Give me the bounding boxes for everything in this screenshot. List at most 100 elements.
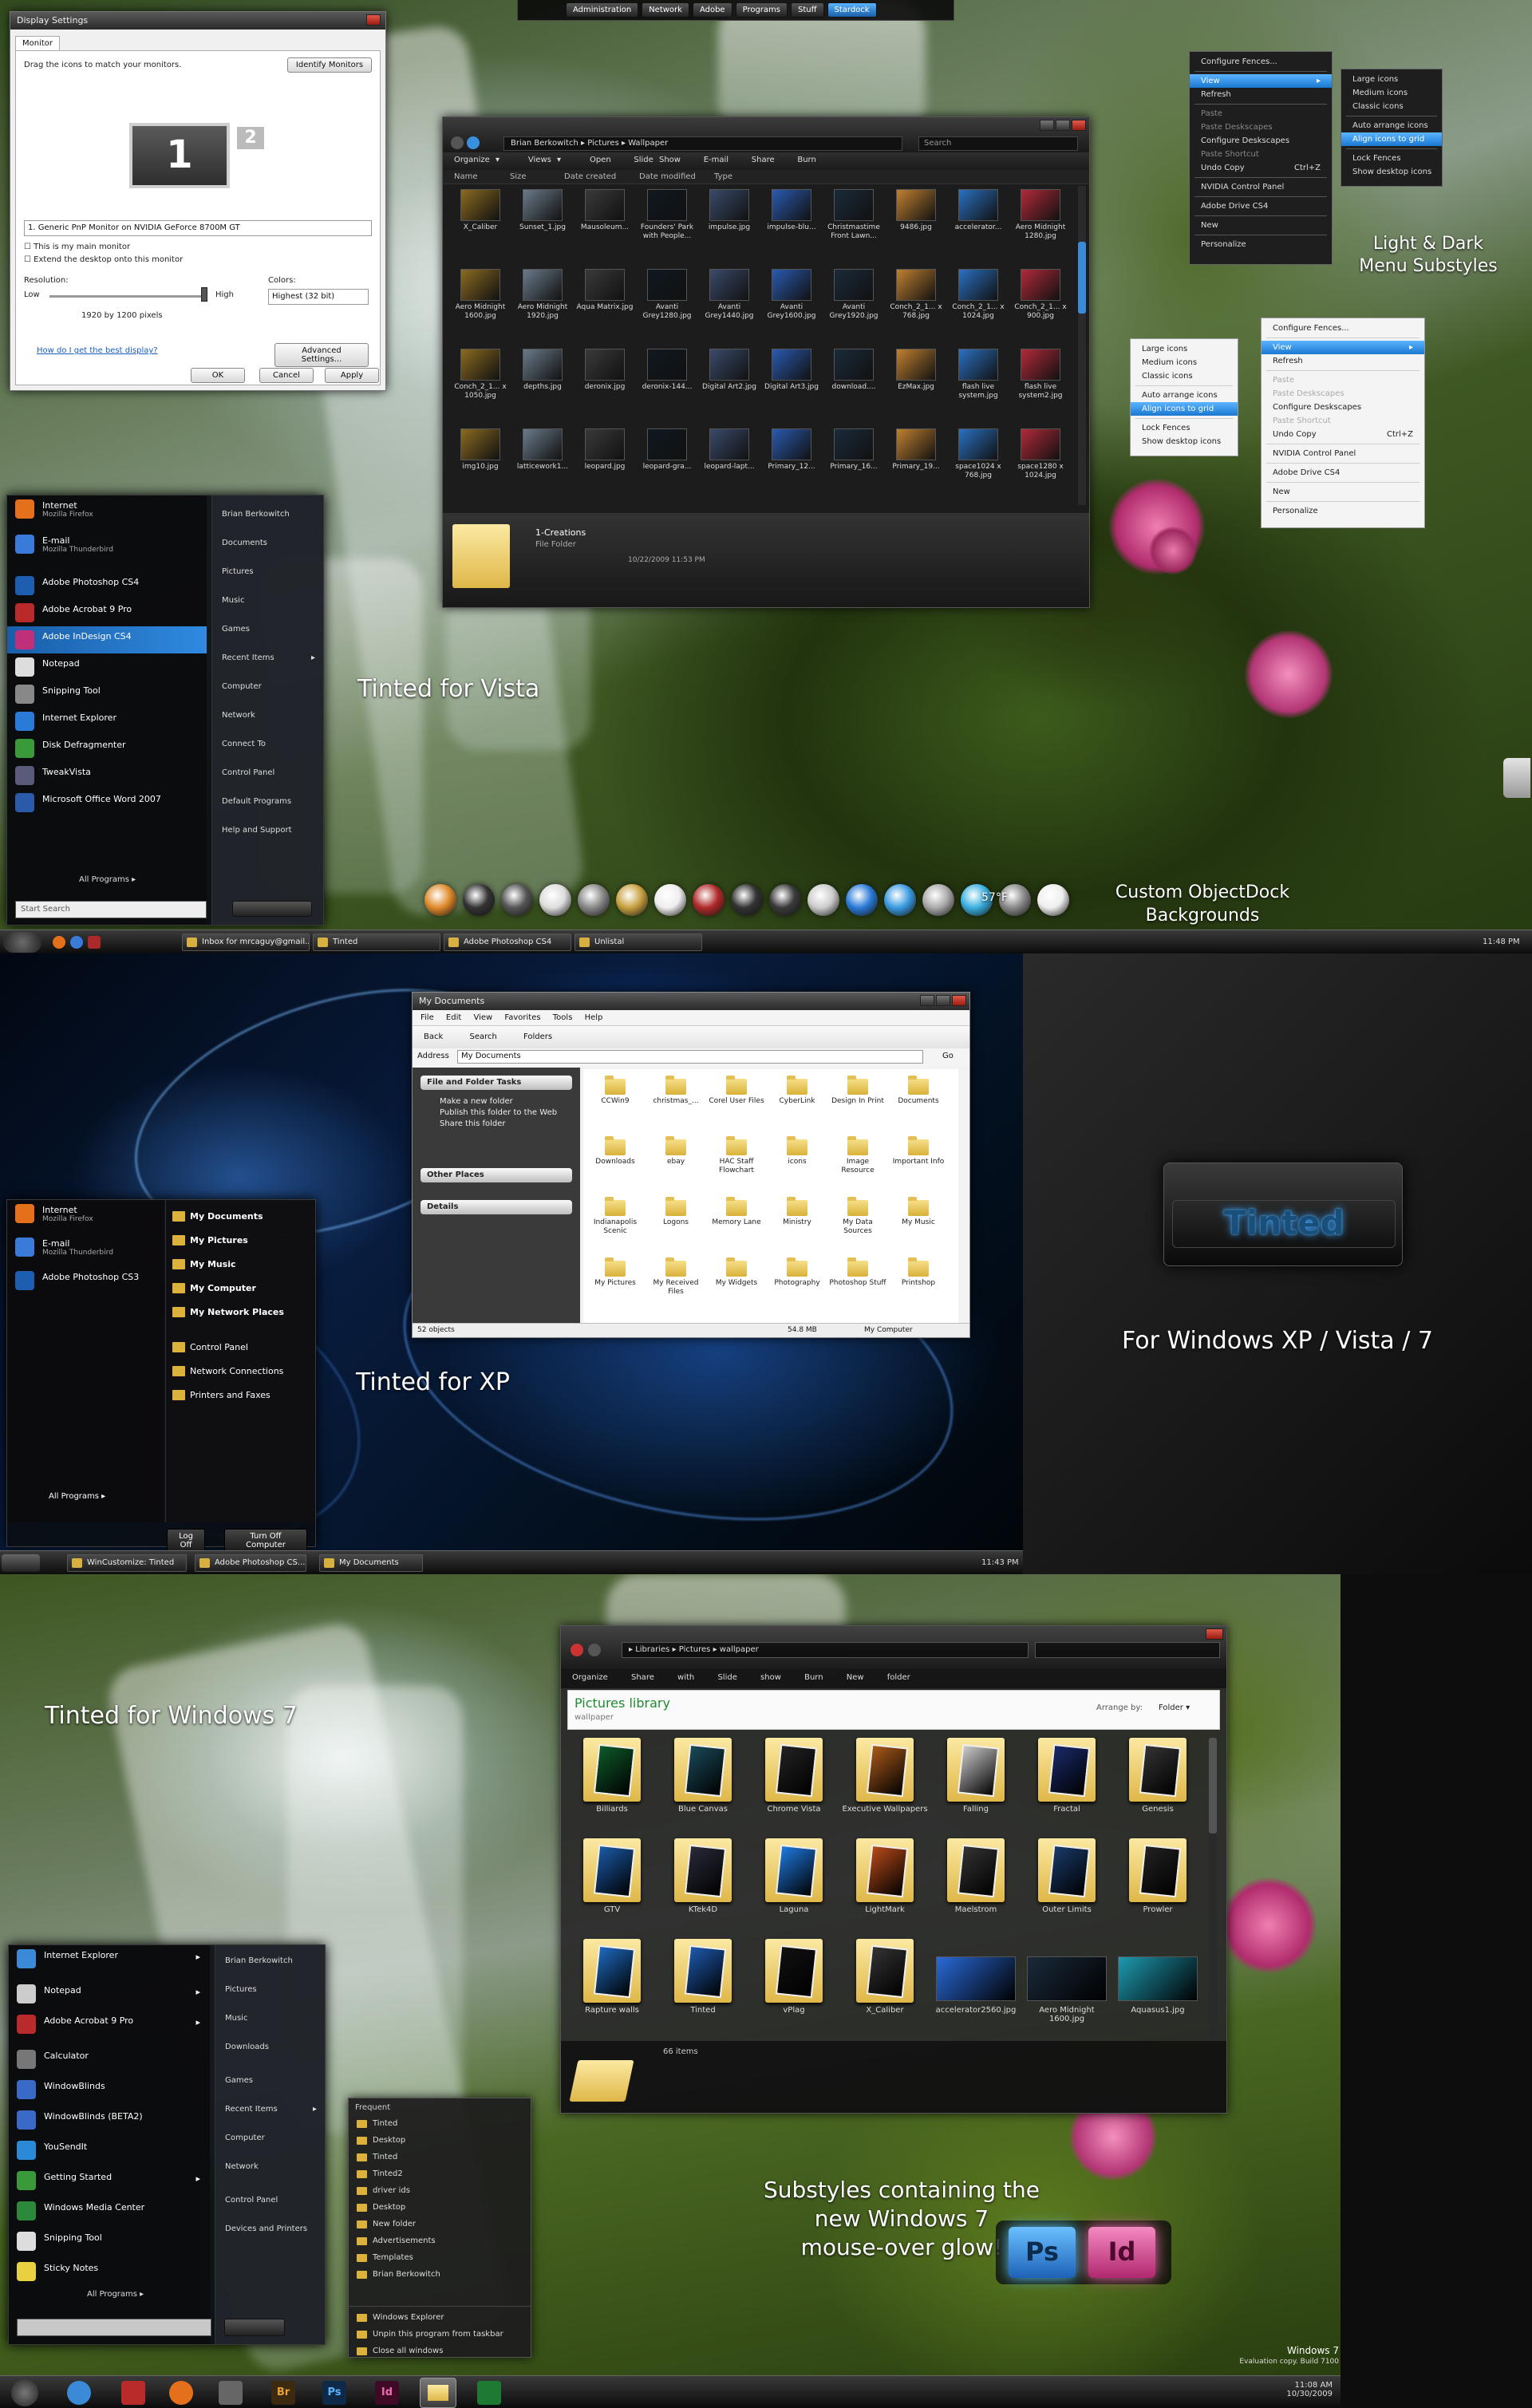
dock-icon[interactable]	[539, 884, 571, 916]
library-item[interactable]: Tinted	[658, 1939, 748, 2015]
menu-paste-deskscapes[interactable]: Paste Deskscapes	[1262, 387, 1424, 401]
place-item[interactable]: Pictures	[215, 1977, 325, 2006]
menu-view[interactable]: View	[473, 1013, 492, 1022]
folder-item[interactable]: Design In Print	[829, 1076, 886, 1106]
file-item[interactable]: impulse.jpg	[698, 189, 760, 232]
place-item[interactable]: Brian Berkowitch	[212, 502, 323, 531]
menu-configure-deskscapes[interactable]: Configure Deskscapes	[1262, 401, 1424, 414]
jumplist-item[interactable]: Tinted	[349, 2116, 531, 2133]
folder-item[interactable]: CCWin9	[586, 1076, 644, 1106]
file-folder-tasks-header[interactable]: File and Folder Tasks	[421, 1076, 572, 1090]
file-item[interactable]: Avanti Grey1600.jpg	[760, 269, 823, 321]
go-button[interactable]: Go	[942, 1052, 954, 1060]
folder-item[interactable]: Memory Lane	[708, 1197, 765, 1227]
forward-icon[interactable]	[588, 1644, 601, 1656]
sidebar-tab[interactable]	[1503, 758, 1530, 798]
jumplist-action[interactable]: Close all windows	[349, 2343, 531, 2360]
place-item[interactable]: Help and Support	[212, 818, 323, 847]
taskbar-button[interactable]: My Documents	[319, 1554, 423, 1572]
menu-nvidia[interactable]: NVIDIA Control Panel	[1190, 180, 1332, 194]
dock-icon[interactable]	[693, 884, 725, 916]
menu-personalize[interactable]: Personalize	[1262, 504, 1424, 518]
place-item[interactable]: Pictures	[212, 559, 323, 588]
maximize-button[interactable]	[1056, 120, 1070, 131]
dock-icon[interactable]	[424, 884, 456, 916]
taskbar-button[interactable]: Inbox for mrcaguy@gmail...	[182, 934, 310, 951]
burn-button[interactable]: Burn	[804, 1673, 823, 1682]
colors-select[interactable]: Highest (32 bit)	[268, 289, 369, 305]
file-item[interactable]: Conch_2_1... x 768.jpg	[885, 269, 947, 321]
crumb[interactable]: Libraries	[635, 1645, 669, 1654]
jumplist-action[interactable]: Windows Explorer	[349, 2310, 531, 2327]
photoshop-icon[interactable]: Ps	[322, 2381, 346, 2405]
firefox-icon[interactable]	[169, 2381, 193, 2405]
submenu-align-grid[interactable]: Align icons to grid	[1131, 402, 1238, 416]
file-item[interactable]: latticework1...	[511, 428, 574, 472]
program-item[interactable]: Adobe Acrobat 9 Pro ▸	[9, 2011, 210, 2041]
acrobat-icon[interactable]	[88, 936, 101, 949]
program-item[interactable]: Snipping Tool	[9, 2228, 210, 2258]
library-item[interactable]: Laguna	[749, 1838, 839, 1914]
file-item[interactable]: accelerator...	[947, 189, 1009, 232]
program-item[interactable]: Windows Media Center	[9, 2197, 210, 2228]
submenu-large-icons[interactable]: Large icons	[1131, 342, 1238, 356]
program-item[interactable]: WindowBlinds	[9, 2076, 210, 2106]
place-item[interactable]: Music	[215, 2006, 325, 2035]
file-item[interactable]: space1280 x 1024.jpg	[1009, 428, 1072, 480]
place-item[interactable]: Printers and Faxes	[166, 1385, 315, 1409]
minimize-button[interactable]	[920, 995, 934, 1006]
apply-button[interactable]: Apply	[325, 368, 379, 383]
crumb[interactable]: Wallpaper	[628, 139, 668, 148]
crumb[interactable]: Brian Berkowitch	[511, 139, 578, 148]
identify-monitors-button[interactable]: Identify Monitors	[287, 57, 372, 73]
dock-icon[interactable]	[1037, 884, 1069, 916]
back-icon[interactable]	[571, 1644, 583, 1656]
file-item[interactable]: Avanti Grey1440.jpg	[698, 269, 760, 321]
dock-icon[interactable]	[807, 884, 839, 916]
folder-item[interactable]: My Data Sources	[829, 1197, 886, 1236]
library-item[interactable]: GTV	[567, 1838, 657, 1914]
ok-button[interactable]: OK	[191, 368, 245, 383]
taskbar-button[interactable]: Adobe Photoshop CS4	[444, 934, 571, 951]
program-item[interactable]: Snipping Tool	[7, 681, 207, 708]
file-item[interactable]: Aero Midnight 1600.jpg	[449, 269, 511, 321]
dock-icon[interactable]	[846, 884, 878, 916]
place-item[interactable]: Brian Berkowitch	[215, 1948, 325, 1977]
file-item[interactable]: 9486.jpg	[885, 189, 947, 232]
folder-item[interactable]: HAC Staff Flowchart	[708, 1136, 765, 1175]
dock-icon[interactable]	[501, 884, 533, 916]
folder-item[interactable]: Indianapolis Scenic	[586, 1197, 644, 1236]
menu-help[interactable]: Help	[585, 1013, 603, 1022]
file-item[interactable]: Aero Midnight 1920.jpg	[511, 269, 574, 321]
share-with-button[interactable]: Share with	[631, 1673, 694, 1682]
place-item[interactable]: My Pictures	[166, 1230, 315, 1254]
folder-item[interactable]: Ministry	[768, 1197, 826, 1227]
scrollbar[interactable]	[1209, 1738, 1217, 2041]
jumplist-item[interactable]: driver ids	[349, 2183, 531, 2200]
file-item[interactable]: deronix-144...	[636, 349, 698, 392]
menu-adobe-drive[interactable]: Adobe Drive CS4	[1190, 199, 1332, 213]
folder-item[interactable]: Documents	[890, 1076, 947, 1106]
file-item[interactable]: EzMax.jpg	[885, 349, 947, 392]
library-item[interactable]: Rapture walls	[567, 1939, 657, 2015]
folder-item[interactable]: Important Info	[890, 1136, 947, 1166]
dock-icon[interactable]	[769, 884, 801, 916]
submenu-large-icons[interactable]: Large icons	[1341, 73, 1442, 86]
program-item[interactable]: YouSendIt	[9, 2137, 210, 2167]
dock-icon[interactable]	[654, 884, 686, 916]
submenu-show-desktop-icons[interactable]: Show desktop icons	[1341, 165, 1442, 179]
best-display-link[interactable]: How do I get the best display?	[37, 346, 158, 355]
folders-button[interactable]: Folders	[523, 1032, 552, 1041]
monitor-select[interactable]: 1. Generic PnP Monitor on NVIDIA GeForce…	[24, 220, 372, 236]
file-item[interactable]: download....	[823, 349, 885, 392]
file-item[interactable]: leopard.jpg	[574, 428, 636, 472]
menu-personalize[interactable]: Personalize	[1190, 238, 1332, 251]
jumplist-item[interactable]: Templates	[349, 2250, 531, 2267]
folder-item[interactable]: My Pictures	[586, 1257, 644, 1288]
submenu-auto-arrange[interactable]: Auto arrange icons	[1131, 389, 1238, 402]
place-item[interactable]: My Music	[166, 1254, 315, 1278]
resolution-slider-thumb[interactable]	[201, 287, 207, 302]
slideshow-button[interactable]: Slide show	[717, 1673, 780, 1682]
file-item[interactable]: leopard-lapt...	[698, 428, 760, 472]
share-button[interactable]: Share	[752, 156, 775, 164]
